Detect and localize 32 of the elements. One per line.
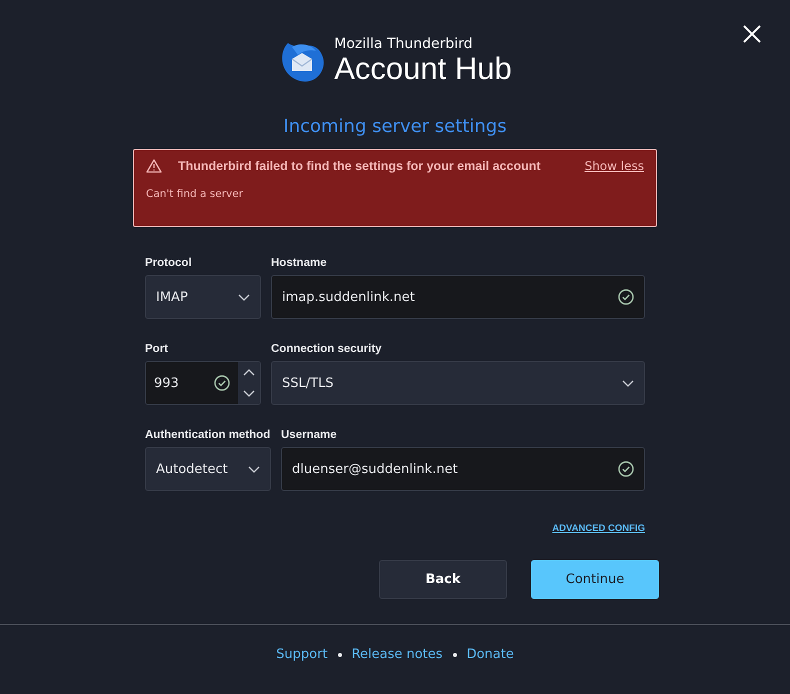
brand-name: Mozilla Thunderbird (334, 36, 474, 52)
footer-link[interactable]: Release notes (352, 647, 443, 662)
field-label: Username (281, 429, 338, 441)
chevron-down-icon (238, 294, 250, 300)
number-field[interactable]: 993 (145, 361, 261, 405)
separator-dot (338, 652, 342, 656)
advanced-config-link[interactable]: ADVANCED CONFIG (552, 523, 645, 534)
warning-icon (146, 159, 162, 173)
input-field[interactable]: dluenser@suddenlink.net (281, 447, 645, 491)
input-field[interactable]: imap.suddenlink.net (271, 275, 645, 319)
spin-up-icon[interactable] (243, 369, 255, 376)
back-button[interactable]: Back (379, 560, 507, 599)
footer-link[interactable]: Donate (466, 647, 514, 662)
field-label: Authentication method (145, 429, 271, 441)
spin-down-icon[interactable] (243, 390, 255, 397)
chevron-down-icon (248, 466, 260, 472)
field-label: Port (145, 343, 169, 355)
separator-dot (452, 652, 457, 656)
dropdown[interactable]: Autodetect (145, 447, 271, 491)
field-label: Protocol (145, 257, 193, 269)
app-title: Account Hub (334, 52, 512, 86)
show-less-link[interactable]: Show less (584, 159, 644, 173)
footer-link[interactable]: Support (276, 647, 328, 662)
error-message: Thunderbird failed to find the settings for your email account (177, 159, 542, 173)
dropdown[interactable]: IMAP (145, 275, 261, 319)
chevron-down-icon (622, 380, 634, 386)
field-label: Hostname (271, 257, 328, 269)
error-detail: Can't find a server (146, 188, 244, 200)
field-label: Connection security (271, 343, 383, 355)
dropdown[interactable]: SSL/TLS (271, 361, 645, 405)
continue-button[interactable]: Continue (531, 560, 659, 599)
section-heading: Incoming server settings (283, 116, 507, 137)
